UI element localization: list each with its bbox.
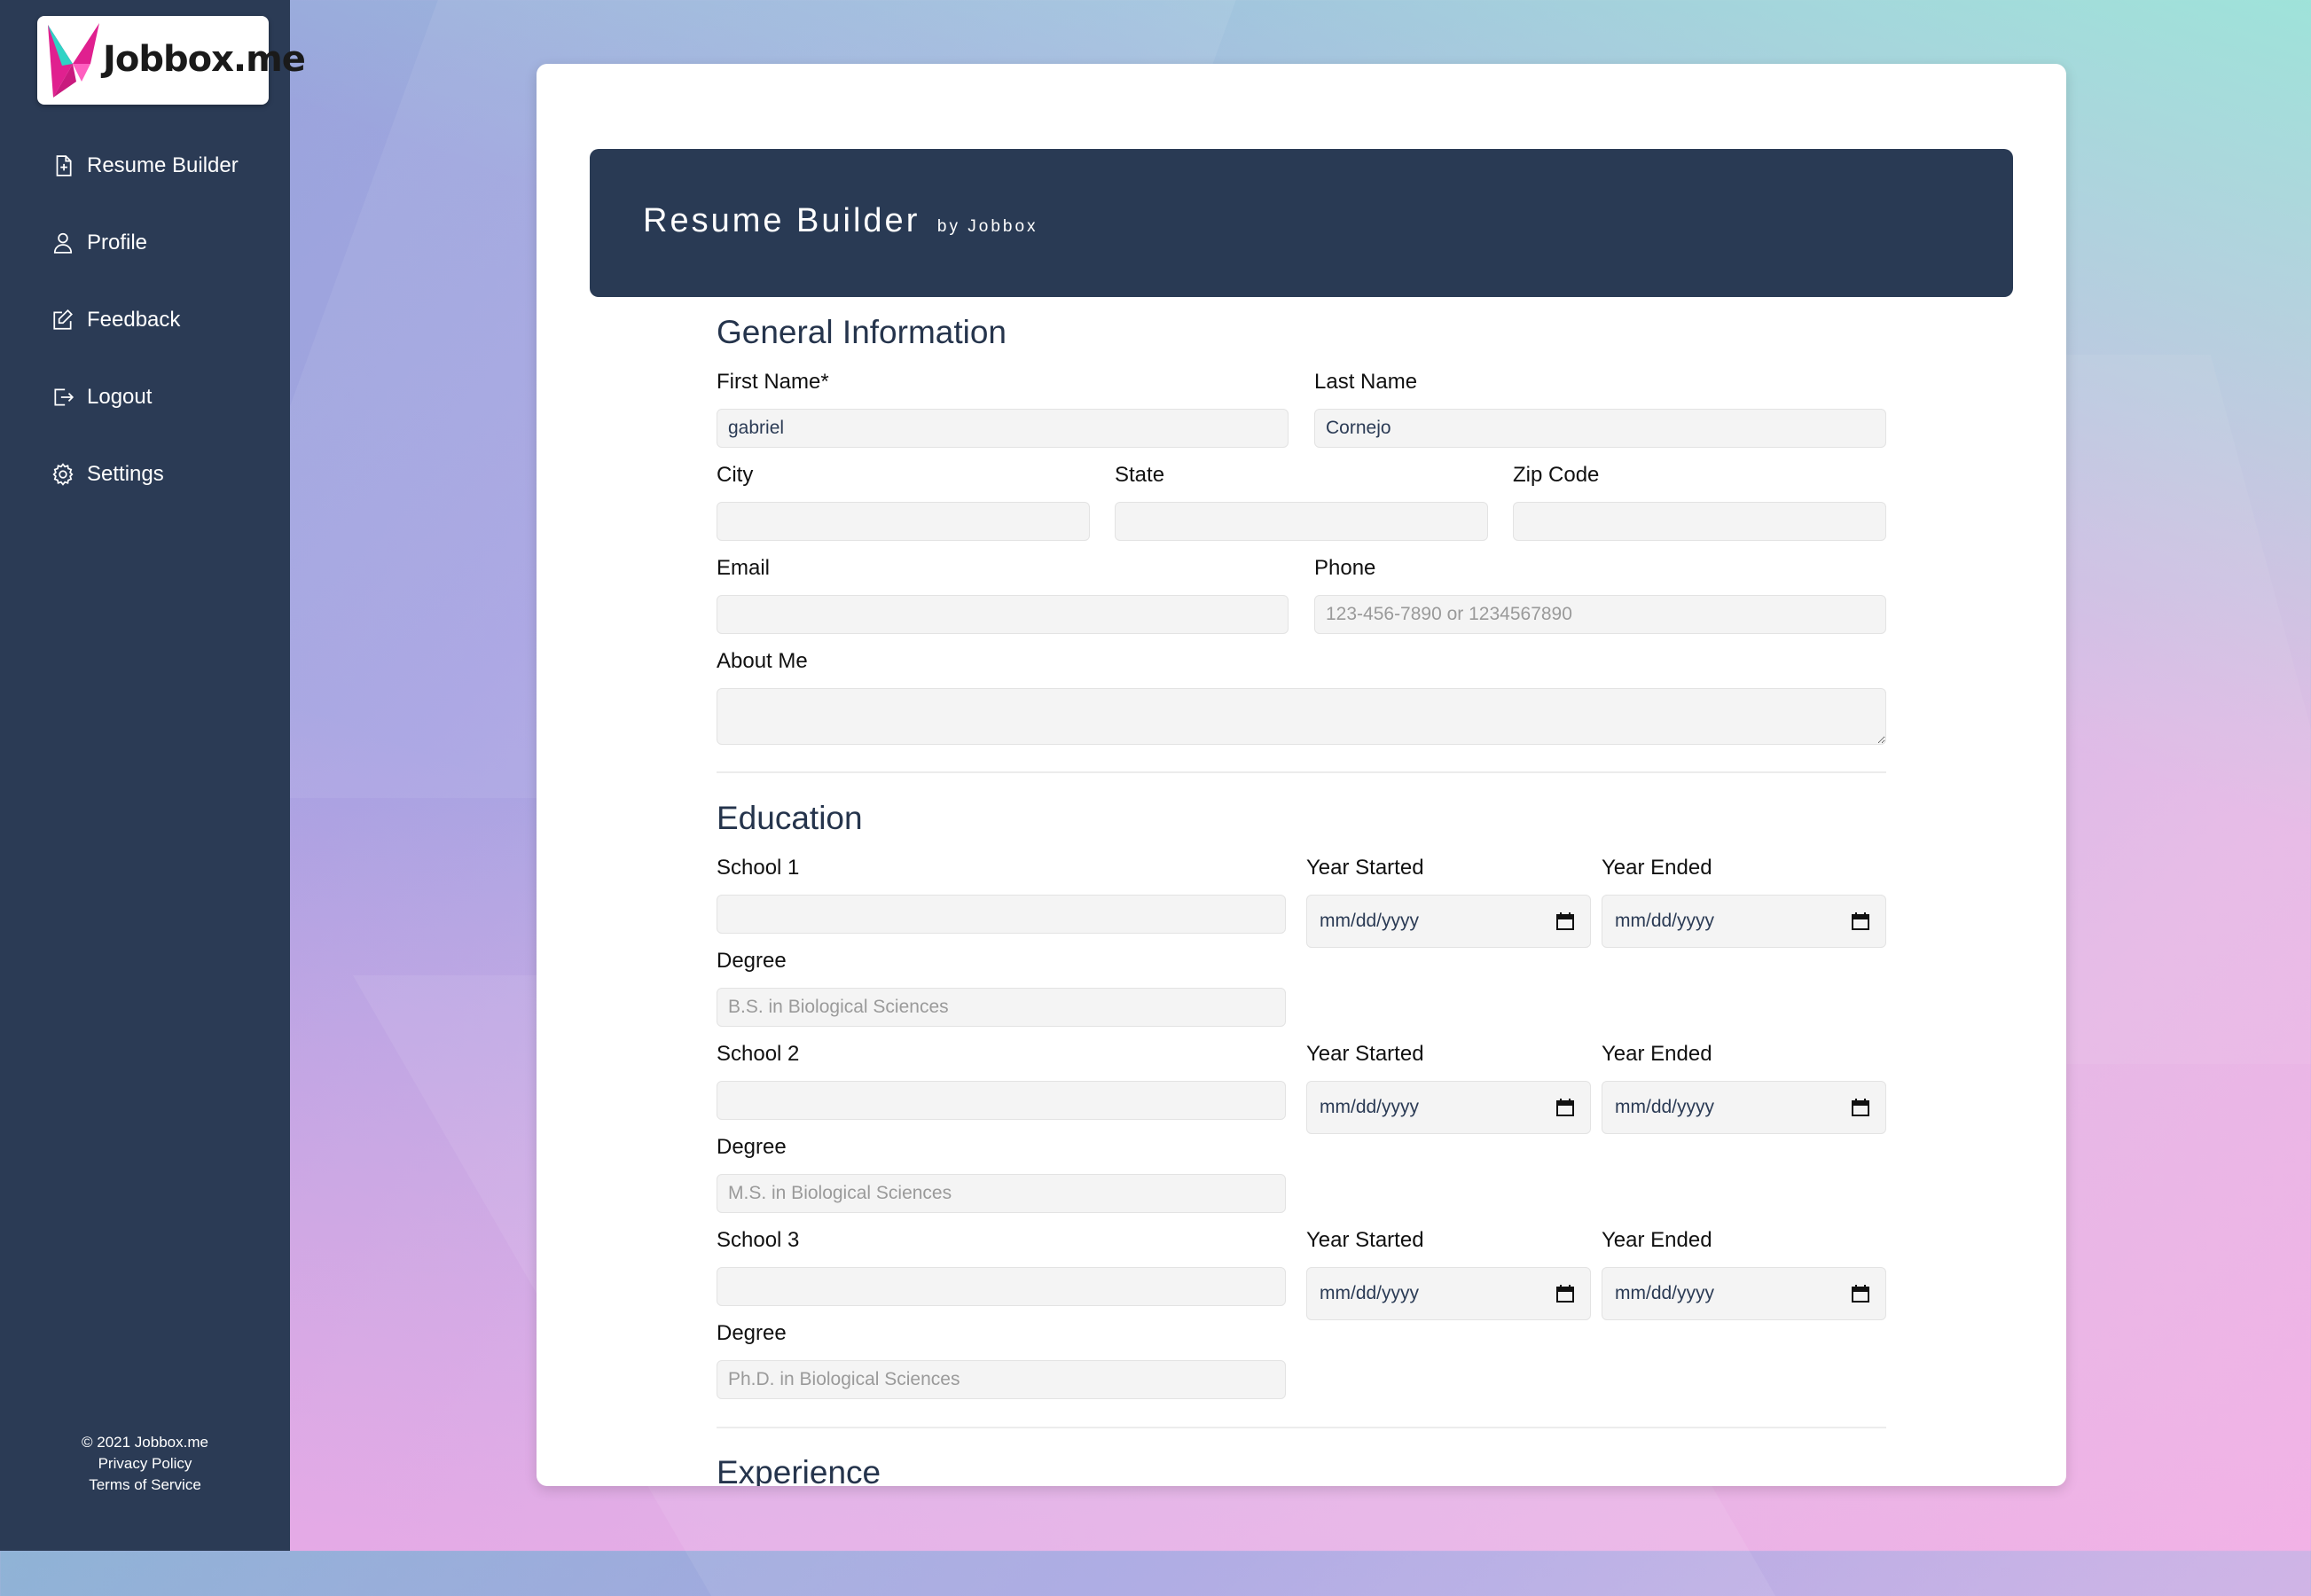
logout-icon: [54, 387, 74, 406]
city-label: City: [717, 463, 754, 487]
sidebar-item-logout[interactable]: Logout: [0, 358, 290, 435]
sidebar-footer: © 2021 Jobbox.me Privacy Policy Terms of…: [0, 1432, 290, 1496]
page-title: Resume Builder: [643, 202, 920, 239]
sidebar-item-label: Settings: [87, 461, 164, 486]
school-3-year-ended-date[interactable]: mm/dd/yyyy: [1602, 1267, 1886, 1320]
logo-text: Jobbox.me: [103, 39, 306, 80]
last-name-label: Last Name: [1314, 370, 1418, 394]
sidebar-item-profile[interactable]: Profile: [0, 204, 290, 281]
section-title-education: Education: [717, 800, 863, 836]
sidebar-item-settings[interactable]: Settings: [0, 435, 290, 512]
about-me-label: About Me: [717, 649, 808, 673]
school-1-year-ended-label: Year Ended: [1602, 856, 1712, 880]
city-field[interactable]: [717, 502, 1090, 541]
sidebar-item-label: Feedback: [87, 307, 181, 332]
school-2-degree-field[interactable]: [717, 1174, 1286, 1213]
zip-code-label: Zip Code: [1513, 463, 1600, 487]
school-2-field[interactable]: [717, 1081, 1286, 1120]
school-3-year-ended-label: Year Ended: [1602, 1228, 1712, 1252]
edit-icon: [53, 309, 73, 330]
school-1-degree-field[interactable]: [717, 988, 1286, 1027]
school-3-label: School 3: [717, 1228, 800, 1252]
school-1-year-started-date[interactable]: mm/dd/yyyy: [1306, 895, 1591, 948]
school-3-degree-label: Degree: [717, 1321, 787, 1345]
sidebar-item-label: Resume Builder: [87, 153, 239, 177]
section-divider: [717, 771, 1886, 773]
school-2-year-ended-label: Year Ended: [1602, 1042, 1712, 1066]
sidebar-item-label: Profile: [87, 230, 148, 254]
resume-card: Resume Builder by Jobbox General Informa…: [537, 64, 2066, 1486]
section-title-experience: Experience: [717, 1454, 881, 1486]
gear-icon: [52, 462, 74, 486]
privacy-policy-link[interactable]: Privacy Policy: [0, 1453, 290, 1475]
school-1-label: School 1: [717, 856, 800, 880]
calendar-icon[interactable]: [1555, 1283, 1576, 1304]
school-2-year-started-label: Year Started: [1306, 1042, 1424, 1066]
calendar-icon[interactable]: [1850, 911, 1871, 932]
last-name-field[interactable]: [1314, 409, 1886, 448]
page-title-wrap: Resume Builder by Jobbox: [643, 202, 1038, 240]
school-2-year-started-date[interactable]: mm/dd/yyyy: [1306, 1081, 1591, 1134]
page-subtitle: by Jobbox: [936, 217, 1038, 236]
date-placeholder: mm/dd/yyyy: [1320, 911, 1420, 931]
email-field[interactable]: [717, 595, 1289, 634]
sidebar: Jobbox.me Resume Builder Profile Feedbac…: [0, 0, 306, 1551]
school-2-degree-label: Degree: [717, 1135, 787, 1159]
calendar-icon[interactable]: [1555, 911, 1576, 932]
zip-code-field[interactable]: [1513, 502, 1886, 541]
phone-field[interactable]: [1314, 595, 1886, 634]
sidebar-item-feedback[interactable]: Feedback: [0, 281, 290, 358]
date-placeholder: mm/dd/yyyy: [1320, 1283, 1420, 1303]
first-name-field[interactable]: [717, 409, 1289, 448]
calendar-icon[interactable]: [1555, 1097, 1576, 1118]
sidebar-nav: Resume Builder Profile Feedback Logout S…: [0, 127, 290, 512]
school-1-degree-label: Degree: [717, 949, 787, 973]
section-divider: [717, 1427, 1886, 1428]
school-1-year-ended-date[interactable]: mm/dd/yyyy: [1602, 895, 1886, 948]
sidebar-item-label: Logout: [87, 384, 153, 409]
date-placeholder: mm/dd/yyyy: [1615, 1097, 1715, 1117]
file-plus-icon: [56, 154, 72, 176]
school-3-year-started-label: Year Started: [1306, 1228, 1424, 1252]
first-name-label: First Name*: [717, 370, 829, 394]
page-banner: Resume Builder by Jobbox: [590, 149, 2013, 297]
state-field[interactable]: [1115, 502, 1488, 541]
copyright-text: © 2021 Jobbox.me: [82, 1434, 208, 1451]
terms-of-service-link[interactable]: Terms of Service: [0, 1475, 290, 1496]
school-2-label: School 2: [717, 1042, 800, 1066]
calendar-icon[interactable]: [1850, 1283, 1871, 1304]
school-3-degree-field[interactable]: [717, 1360, 1286, 1399]
section-title-general: General Information: [717, 314, 1007, 350]
phone-label: Phone: [1314, 556, 1376, 580]
about-me-field[interactable]: [717, 688, 1886, 745]
school-2-year-ended-date[interactable]: mm/dd/yyyy: [1602, 1081, 1886, 1134]
school-1-year-started-label: Year Started: [1306, 856, 1424, 880]
date-placeholder: mm/dd/yyyy: [1320, 1097, 1420, 1117]
date-placeholder: mm/dd/yyyy: [1615, 1283, 1715, 1303]
logo[interactable]: Jobbox.me: [37, 16, 306, 105]
sidebar-item-resume-builder[interactable]: Resume Builder: [0, 127, 290, 204]
school-3-year-started-date[interactable]: mm/dd/yyyy: [1306, 1267, 1591, 1320]
date-placeholder: mm/dd/yyyy: [1615, 911, 1715, 931]
email-label: Email: [717, 556, 771, 580]
calendar-icon[interactable]: [1850, 1097, 1871, 1118]
person-icon: [53, 232, 73, 254]
state-label: State: [1115, 463, 1165, 487]
school-3-field[interactable]: [717, 1267, 1286, 1306]
school-1-field[interactable]: [717, 895, 1286, 934]
